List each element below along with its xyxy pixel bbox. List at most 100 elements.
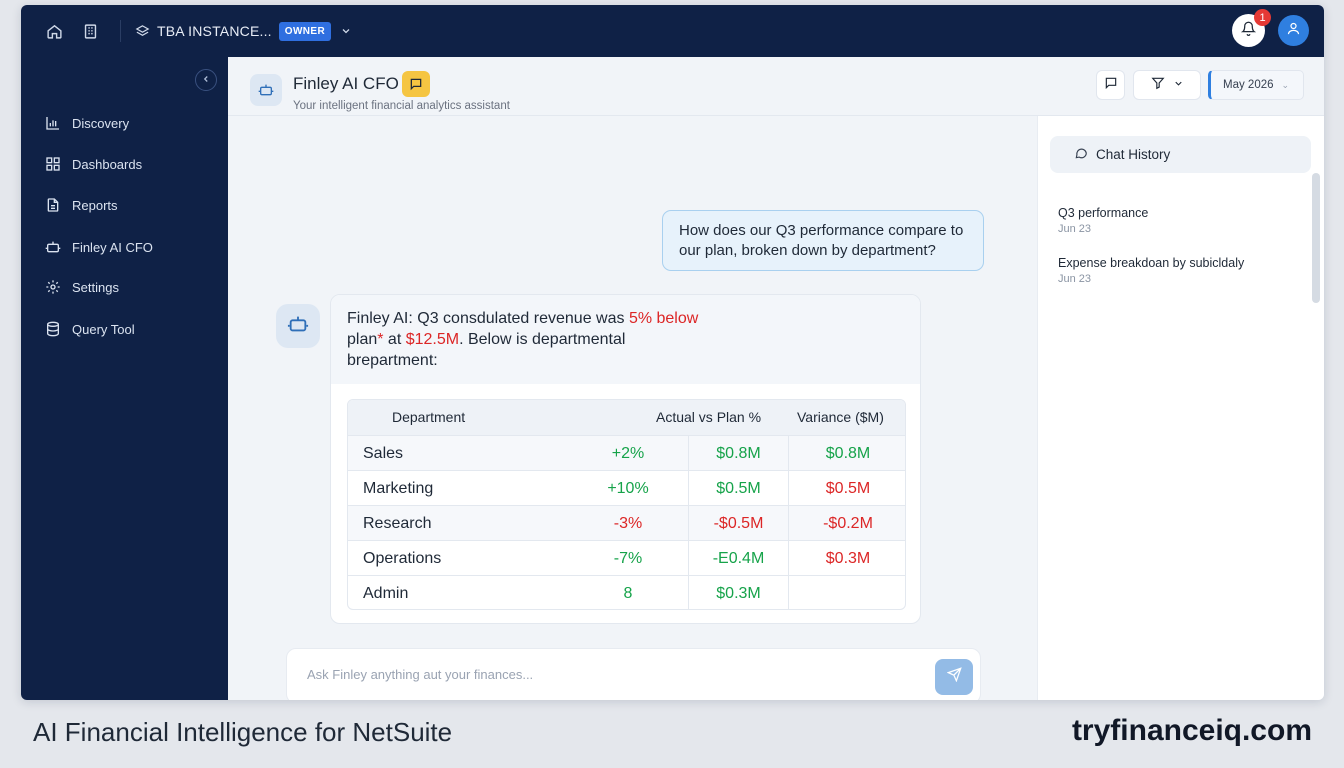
history-item-date: Jun 23 [1058,223,1092,235]
app-window: TBA INSTANCE... OWNER 1 Discovery Dashbo… [21,5,1324,700]
chevron-left-icon [201,71,211,89]
pct-cell: -3% [613,514,643,532]
collapse-sidebar-button[interactable] [195,69,217,91]
actual-cell: -$0.5M [688,506,788,541]
bot-icon [287,313,309,340]
history-item[interactable]: Expense breakdoan by subicldaly Jun 23 [1058,256,1244,285]
bot-text-part: plan [347,331,378,348]
instance-switcher[interactable]: TBA INSTANCE... OWNER [135,21,352,41]
table-row: Marketing +10% $0.5M $0.5M [348,470,905,506]
sidebar-item-label: Finley AI CFO [72,239,153,255]
bot-text-part: at [383,331,406,348]
history-scrollbar[interactable] [1312,173,1320,303]
variance-cell [788,576,905,609]
filter-icon [1150,76,1165,95]
department-cell: Operations [363,549,442,567]
role-badge: OWNER [278,21,332,41]
bot-icon [44,238,62,256]
date-filter-select[interactable]: May 2026 ⌄ [1208,70,1304,100]
page-title: Finley AI CFO [293,74,399,93]
actual-cell: $0.3M [688,576,788,609]
caption-tagline: AI Financial Intelligence for NetSuite [33,717,453,747]
pct-cell: -7% [613,549,643,567]
variance-cell: $0.3M [788,541,905,576]
sidebar-item-settings[interactable]: Settings [44,278,119,296]
actual-cell: -E0.4M [688,541,788,576]
chat-bubble-icon [1074,146,1088,163]
actual-cell: $0.8M [688,436,788,471]
department-cell: Admin [363,584,409,602]
pct-cell: +2% [611,444,645,462]
table-row: Sales +2% $0.8M $0.8M [348,435,905,471]
column-header-actual-vs-plan: Actual vs Plan % [656,409,762,425]
department-variance-table: Department Actual vs Plan % Variance ($M… [347,399,906,610]
comment-button[interactable] [1096,70,1125,100]
topbar-divider [120,20,121,42]
history-item-title: Q3 performance [1058,206,1149,220]
table-header: Department Actual vs Plan % Variance ($M… [348,400,905,435]
column-header-variance: Variance ($M) [797,409,884,425]
sidebar-item-label: Query Tool [72,321,135,337]
chat-input-bar [286,648,981,700]
department-cell: Sales [363,444,404,462]
table-row: Research -3% -$0.5M -$0.2M [348,505,905,541]
date-filter-value: May 2026 [1223,79,1274,91]
chat-history-label: Chat History [1096,147,1171,162]
table-row: Admin 8 $0.3M [348,575,905,609]
user-message: How does our Q3 performance compare to o… [662,210,984,271]
sidebar-item-reports[interactable]: Reports [44,196,118,214]
send-button[interactable] [935,659,973,695]
sidebar-item-query-tool[interactable]: Query Tool [44,320,135,338]
bot-text-part: Finley AI: Q3 consdulated revenue was [347,310,629,327]
history-item[interactable]: Q3 performance Jun 23 [1058,206,1148,235]
chevron-down-icon[interactable] [340,25,352,37]
variance-cell: $0.5M [788,471,905,506]
user-icon [1286,21,1301,41]
filter-button[interactable] [1133,70,1201,100]
topbar-actions: 1 [1232,9,1309,47]
main-content: Finley AI CFO Your intelligent financial… [228,57,1324,700]
building-icon[interactable] [72,13,108,49]
sidebar-item-discovery[interactable]: Discovery [44,114,129,132]
notifications-button[interactable]: 1 [1232,9,1271,47]
department-cell: Research [363,514,432,532]
actual-cell: $0.5M [688,471,788,506]
chevron-down-icon [1173,76,1184,94]
pct-cell: 8 [623,584,633,602]
bot-text-part: . Below is departmental [459,331,626,348]
bot-text-highlight: 5% below [628,310,699,327]
chat-history-panel: Chat History Q3 performance Jun 23 Expen… [1037,116,1324,700]
sidebar: Discovery Dashboards Reports Finley AI C… [21,57,228,700]
page-subtitle: Your intelligent financial analytics ass… [293,100,510,112]
bot-text-amount: $12.5M [405,331,460,348]
bot-message-text: Finley AI: Q3 consdulated revenue was 5%… [331,295,920,384]
chat-bubble-icon [402,71,430,97]
sidebar-item-label: Settings [72,279,119,295]
bell-icon [1240,21,1257,41]
database-icon [44,320,62,338]
table-row: Operations -7% -E0.4M $0.3M [348,540,905,576]
bot-avatar [276,304,320,348]
layers-icon [135,24,150,39]
variance-cell: $0.8M [788,436,905,471]
notification-count-badge: 1 [1254,9,1271,26]
sidebar-item-finley-ai-cfo[interactable]: Finley AI CFO [44,238,153,256]
bot-text-part: brepartment: [347,352,438,369]
document-icon [44,196,62,214]
sidebar-item-dashboards[interactable]: Dashboards [44,155,142,173]
sidebar-item-label: Dashboards [72,156,143,172]
department-cell: Marketing [363,479,434,497]
bot-message: Finley AI: Q3 consdulated revenue was 5%… [330,294,921,624]
history-item-date: Jun 23 [1058,273,1092,285]
send-icon [946,667,962,687]
home-icon[interactable] [36,13,72,49]
user-avatar[interactable] [1278,15,1309,46]
chat-history-button[interactable]: Chat History [1050,136,1311,173]
top-bar: TBA INSTANCE... OWNER 1 [21,5,1324,57]
sidebar-item-label: Discovery [72,115,130,131]
pct-cell: +10% [607,479,649,497]
chat-input[interactable] [307,667,907,682]
gear-icon [44,278,62,296]
column-header-department: Department [392,409,466,425]
variance-cell: -$0.2M [788,506,905,541]
